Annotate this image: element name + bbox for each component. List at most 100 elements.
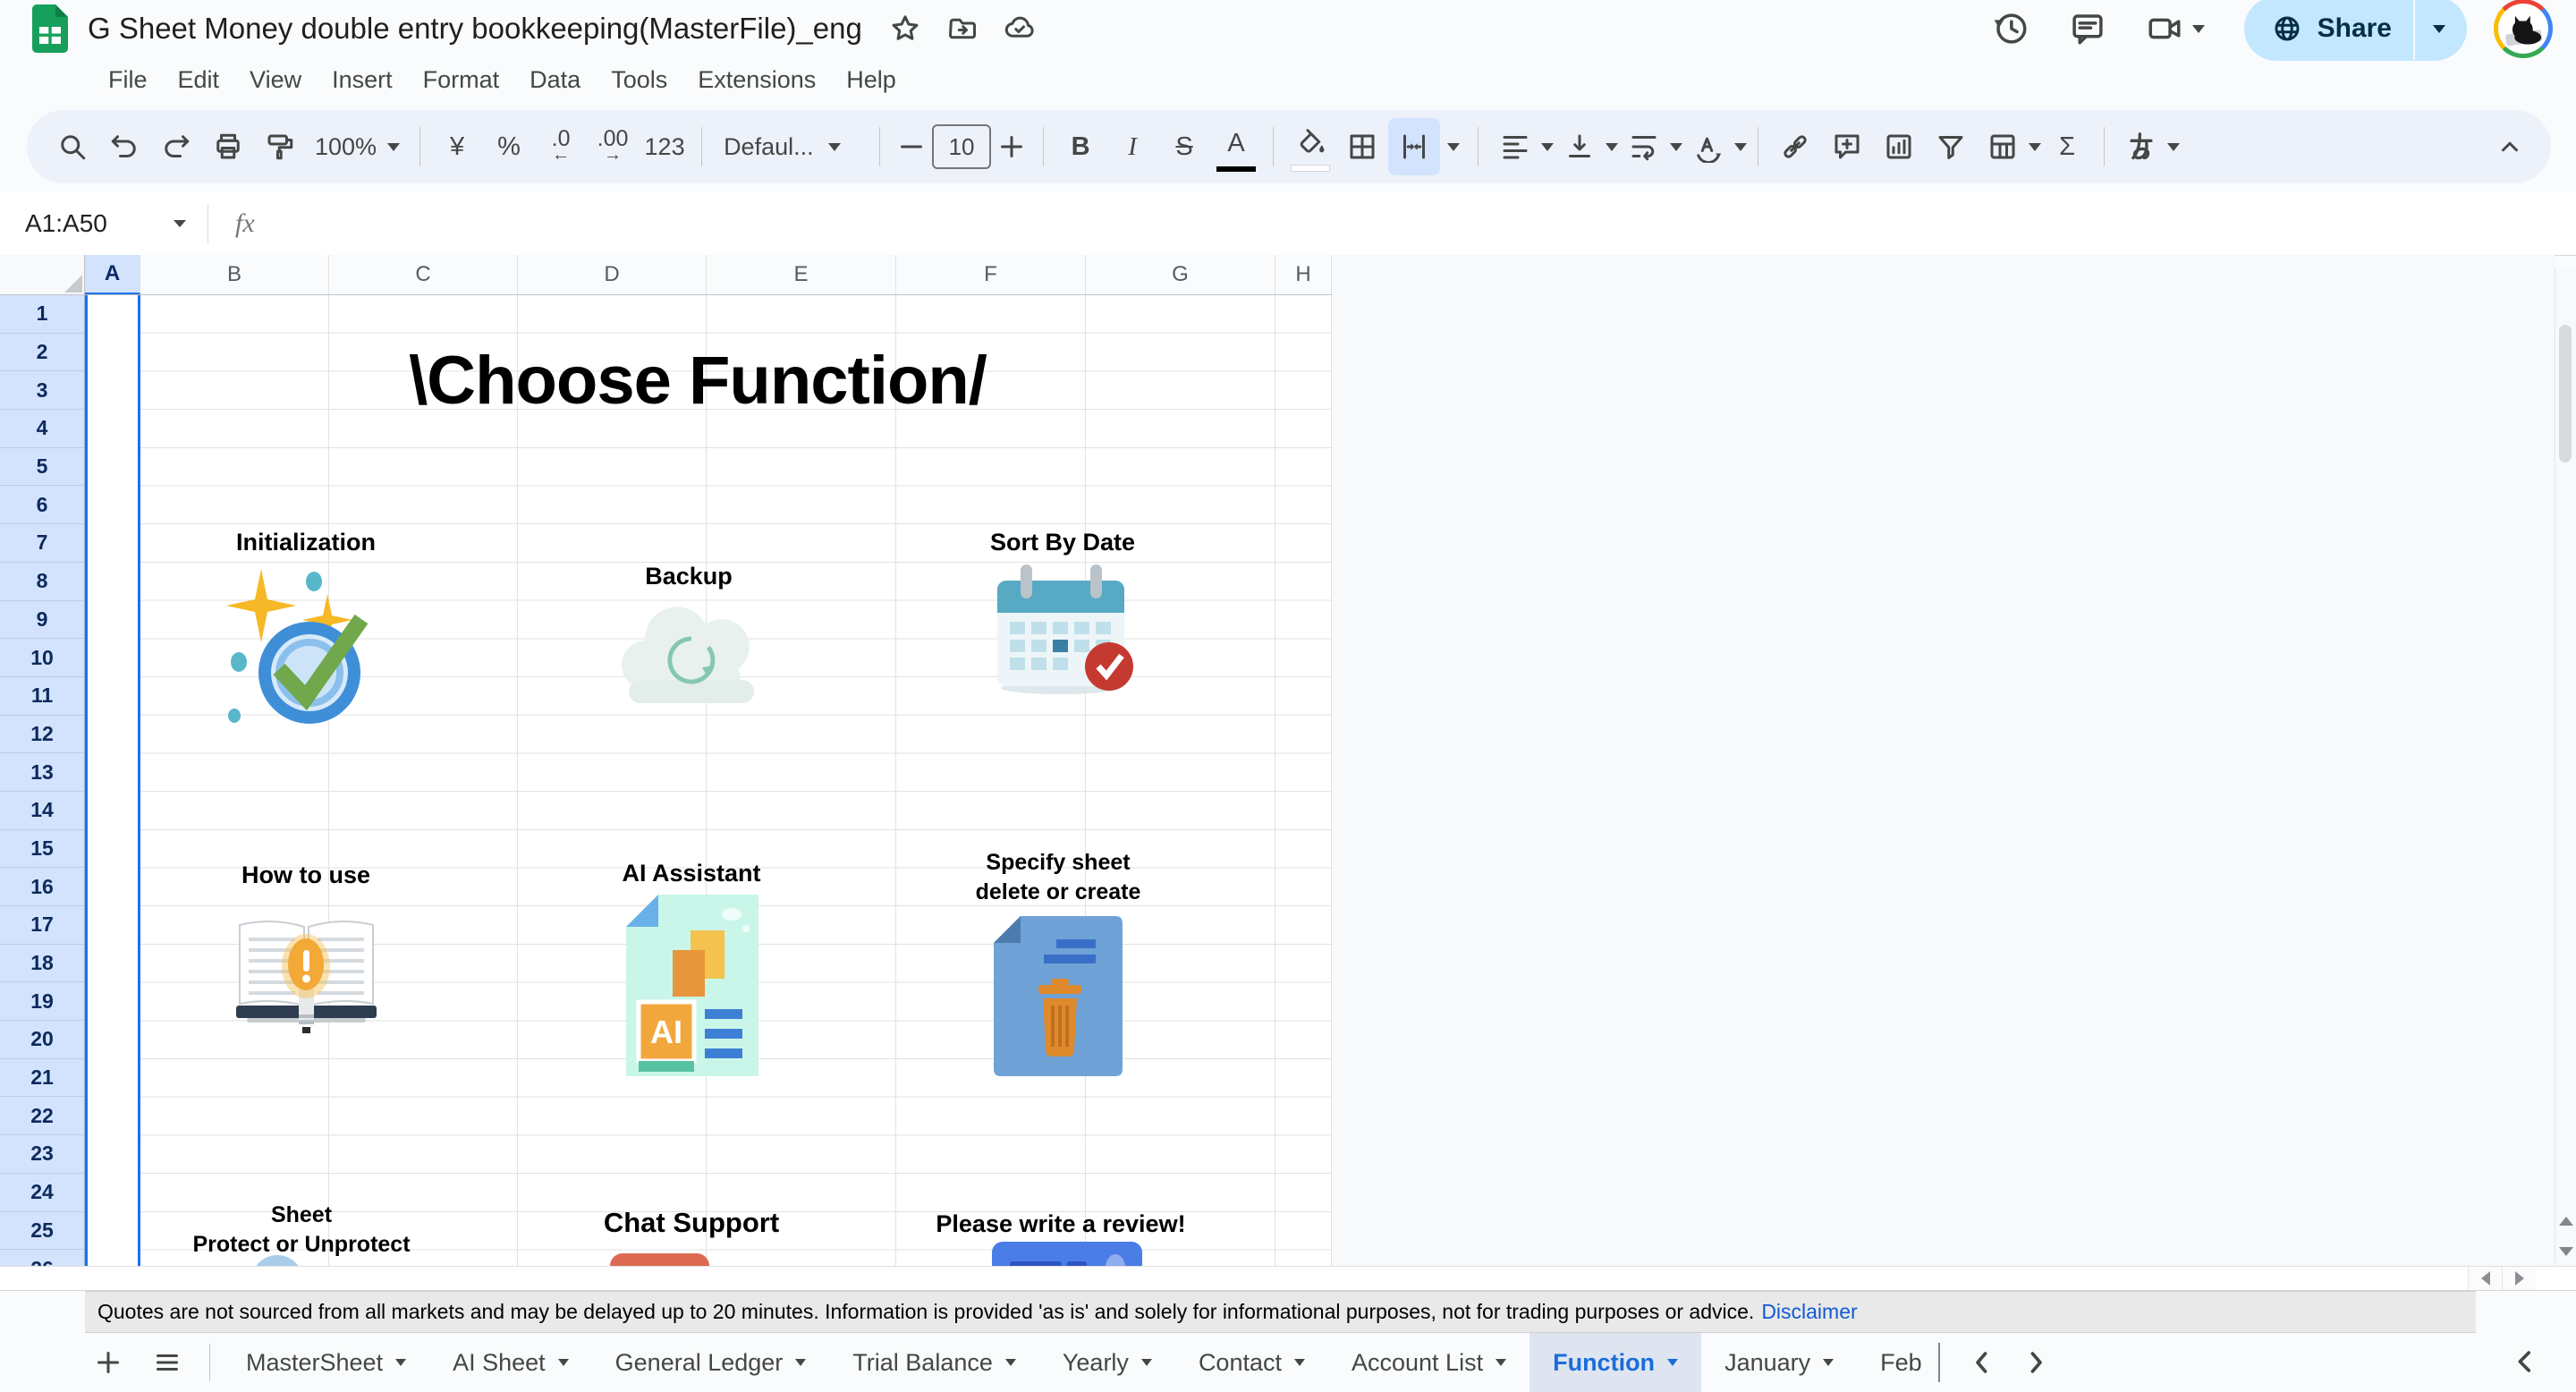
- backup-button-icon[interactable]: [613, 589, 770, 705]
- name-box[interactable]: A1:A50: [0, 209, 186, 238]
- create-filter-button[interactable]: [1925, 118, 1977, 175]
- vertical-scrollbar-thumb[interactable]: [2559, 325, 2572, 463]
- disclaimer-link[interactable]: Disclaimer: [1761, 1300, 1857, 1324]
- row-header[interactable]: 13: [0, 753, 84, 792]
- sheet-tab[interactable]: Trial Balance: [829, 1333, 1039, 1392]
- paint-format-button[interactable]: [254, 118, 306, 175]
- select-all-corner[interactable]: [0, 255, 85, 295]
- meet-button[interactable]: [2146, 10, 2205, 47]
- row-header[interactable]: 12: [0, 716, 84, 754]
- collapse-panel-icon[interactable]: [2510, 1346, 2540, 1377]
- row-header[interactable]: 17: [0, 906, 84, 945]
- tab-menu-caret[interactable]: [1496, 1359, 1506, 1366]
- tab-menu-caret[interactable]: [395, 1359, 406, 1366]
- hide-toolbar-button[interactable]: [2494, 131, 2526, 163]
- all-sheets-button[interactable]: [138, 1333, 197, 1392]
- vertical-scrollbar[interactable]: [2555, 268, 2576, 1266]
- column-header[interactable]: G: [1086, 255, 1275, 294]
- tabs-scroll-left-icon[interactable]: [1967, 1347, 1997, 1378]
- bold-button[interactable]: B: [1055, 118, 1106, 175]
- share-dropdown-caret[interactable]: [2433, 25, 2445, 33]
- chat-support-button-icon[interactable]: [610, 1253, 766, 1266]
- version-history-button[interactable]: [1992, 10, 2029, 47]
- redo-button[interactable]: [150, 118, 202, 175]
- comments-button[interactable]: [2069, 10, 2106, 47]
- functions-button[interactable]: Σ: [2041, 118, 2093, 175]
- row-header[interactable]: 26: [0, 1250, 84, 1266]
- row-header[interactable]: 19: [0, 982, 84, 1021]
- ai-assistant-button-icon[interactable]: AI: [626, 895, 758, 1076]
- tab-menu-caret[interactable]: [1667, 1359, 1678, 1366]
- menu-item[interactable]: Insert: [317, 63, 408, 98]
- row-header[interactable]: 5: [0, 448, 84, 487]
- fill-color-button[interactable]: [1284, 118, 1336, 175]
- row-header[interactable]: 18: [0, 945, 84, 983]
- row-header[interactable]: 7: [0, 524, 84, 563]
- sheet-tab[interactable]: Feb: [1857, 1333, 1940, 1392]
- initialization-button-icon[interactable]: [227, 556, 386, 726]
- insert-link-button[interactable]: [1769, 118, 1821, 175]
- horizontal-align-caret[interactable]: [1541, 143, 1554, 151]
- column-header[interactable]: H: [1275, 255, 1332, 294]
- table-caret[interactable]: [2029, 143, 2041, 151]
- tab-menu-caret[interactable]: [1294, 1359, 1305, 1366]
- column-header[interactable]: F: [896, 255, 1086, 294]
- row-header[interactable]: 22: [0, 1097, 84, 1135]
- column-header[interactable]: B: [140, 255, 329, 294]
- how-to-use-button-icon[interactable]: [227, 914, 386, 1040]
- menu-item[interactable]: Tools: [596, 63, 682, 98]
- account-avatar[interactable]: [2494, 0, 2553, 58]
- text-wrap-caret[interactable]: [1670, 143, 1682, 151]
- sheet-tab[interactable]: January: [1701, 1333, 1857, 1392]
- horizontal-align-button[interactable]: [1489, 118, 1541, 175]
- increase-font-size-button[interactable]: [991, 118, 1032, 175]
- menu-item[interactable]: Extensions: [682, 63, 831, 98]
- decrease-font-size-button[interactable]: [891, 118, 932, 175]
- star-icon[interactable]: [889, 13, 921, 45]
- row-header[interactable]: 3: [0, 371, 84, 410]
- write-review-button-icon[interactable]: [992, 1242, 1142, 1266]
- zoom-selector[interactable]: 100%: [306, 133, 409, 161]
- row-header[interactable]: 24: [0, 1174, 84, 1212]
- move-to-folder-icon[interactable]: [946, 13, 979, 45]
- tab-menu-caret[interactable]: [1141, 1359, 1152, 1366]
- text-rotation-caret[interactable]: [1734, 143, 1747, 151]
- add-sheet-button[interactable]: [79, 1333, 138, 1392]
- sheet-protect-button-icon[interactable]: [250, 1254, 305, 1266]
- row-header[interactable]: 11: [0, 677, 84, 716]
- column-header[interactable]: A: [85, 255, 140, 294]
- column-header[interactable]: D: [518, 255, 707, 294]
- menu-item[interactable]: View: [234, 63, 317, 98]
- menu-item[interactable]: Data: [514, 63, 596, 98]
- sheet-tab[interactable]: General Ledger: [592, 1333, 830, 1392]
- menu-item[interactable]: File: [93, 63, 163, 98]
- row-header[interactable]: 21: [0, 1059, 84, 1098]
- search-button[interactable]: [47, 118, 98, 175]
- row-header[interactable]: 23: [0, 1135, 84, 1174]
- sheet-tab[interactable]: Account List: [1328, 1333, 1530, 1392]
- row-header[interactable]: 9: [0, 601, 84, 640]
- decrease-decimal-button[interactable]: .0←: [535, 118, 587, 175]
- format-percent-button[interactable]: %: [483, 118, 535, 175]
- menu-item[interactable]: Format: [408, 63, 515, 98]
- increase-decimal-button[interactable]: .00→: [587, 118, 639, 175]
- font-size-input[interactable]: 10: [932, 124, 991, 169]
- print-button[interactable]: [202, 118, 254, 175]
- row-header[interactable]: 20: [0, 1021, 84, 1059]
- share-button[interactable]: Share: [2244, 0, 2467, 61]
- borders-button[interactable]: [1336, 118, 1388, 175]
- undo-button[interactable]: [98, 118, 150, 175]
- tab-menu-caret[interactable]: [795, 1359, 806, 1366]
- sheet-tab[interactable]: Function: [1530, 1333, 1701, 1392]
- specify-sheet-button-icon[interactable]: [994, 916, 1123, 1076]
- horizontal-scrollbar[interactable]: [0, 1266, 2576, 1291]
- scroll-right-button[interactable]: [2502, 1267, 2537, 1290]
- vertical-align-caret[interactable]: [1606, 143, 1618, 151]
- document-status-cloud-icon[interactable]: [1004, 13, 1036, 45]
- font-selector[interactable]: Defaul...: [713, 133, 869, 161]
- row-header[interactable]: 16: [0, 868, 84, 906]
- row-header[interactable]: 2: [0, 334, 84, 372]
- text-rotation-button[interactable]: [1682, 118, 1734, 175]
- merge-cells-button[interactable]: [1388, 118, 1440, 175]
- row-header[interactable]: 15: [0, 830, 84, 869]
